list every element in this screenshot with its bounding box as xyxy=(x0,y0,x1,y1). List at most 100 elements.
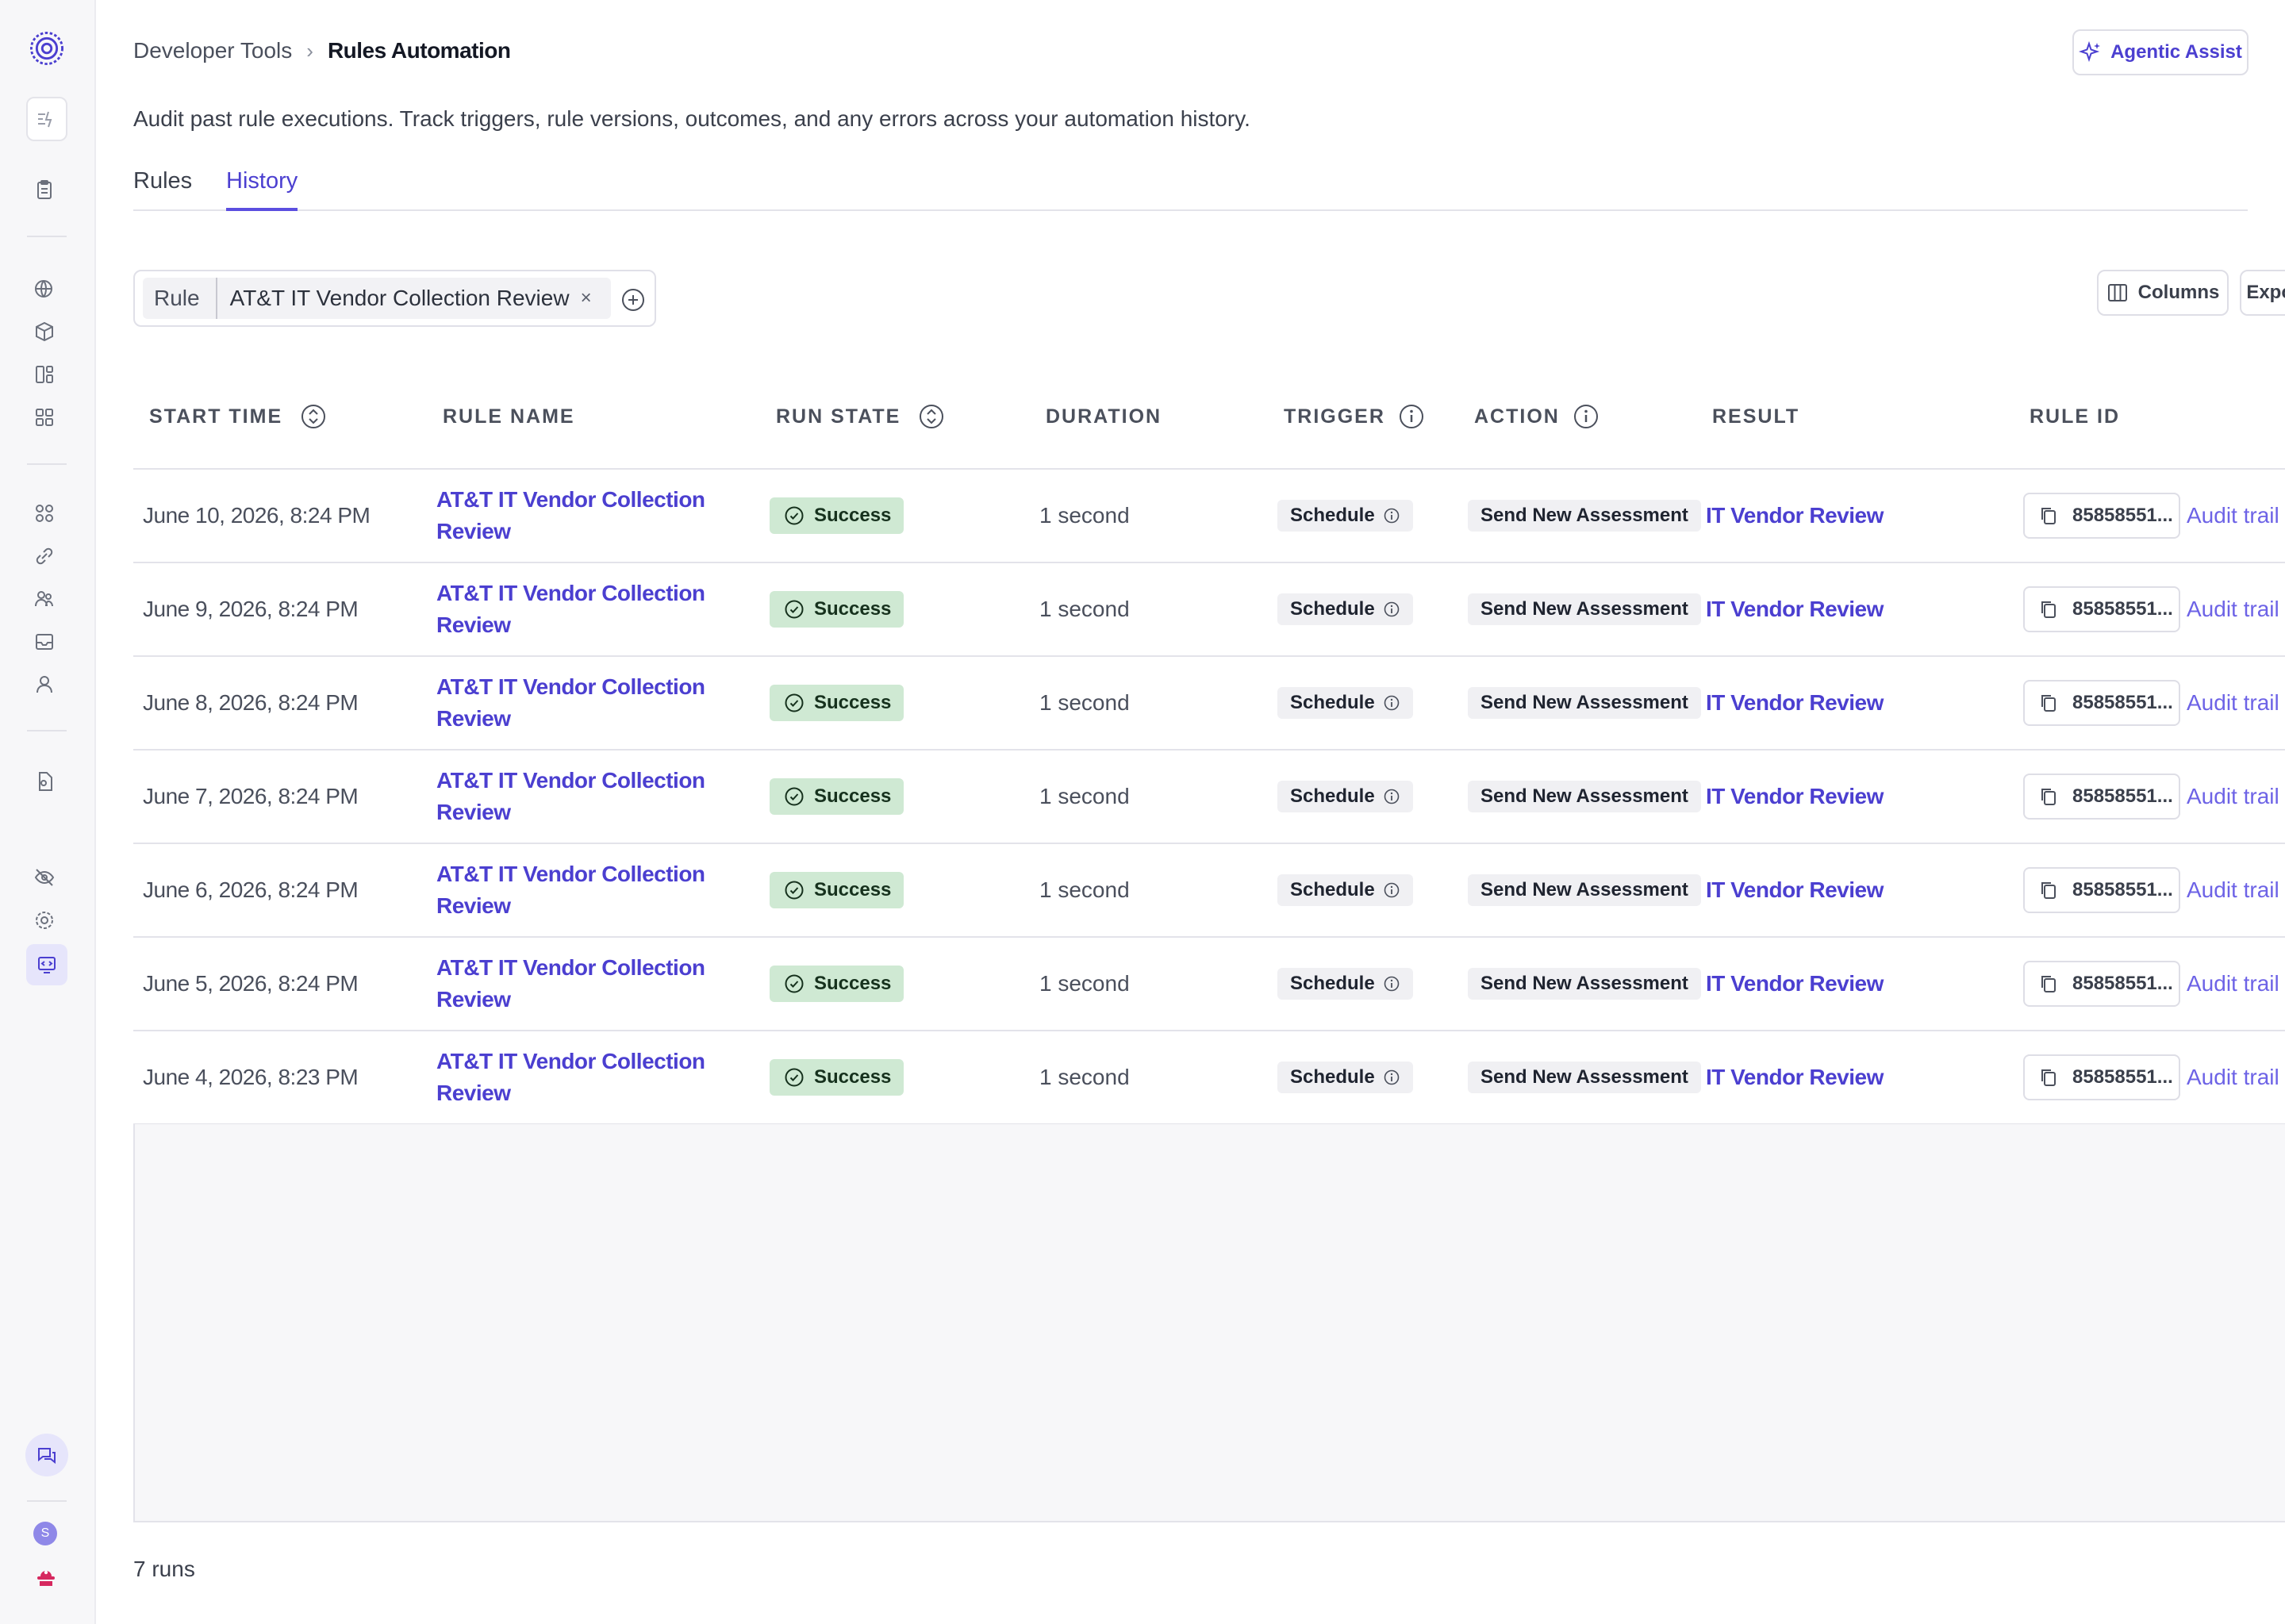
table-body: June 10, 2026, 8:24 PM AT&T IT Vendor Co… xyxy=(133,470,2285,1125)
avatar[interactable]: S xyxy=(33,1522,57,1545)
rule-id-copy-button[interactable]: 85858551... xyxy=(2023,493,2180,539)
audit-trail-link[interactable]: Audit trail xyxy=(2187,844,2279,936)
support-icon[interactable] xyxy=(30,1561,62,1593)
rule-name-line1: AT&T IT Vendor Collection xyxy=(436,862,705,886)
audit-trail-link[interactable]: Audit trail xyxy=(2187,657,2279,749)
table-row[interactable]: June 7, 2026, 8:24 PM AT&T IT Vendor Col… xyxy=(133,751,2285,844)
trigger-pill[interactable]: Schedule xyxy=(1277,1062,1413,1093)
header-rule-name: RULE NAME xyxy=(443,405,575,428)
result-link[interactable]: IT Vendor Review xyxy=(1706,563,1884,655)
run-state: Success xyxy=(770,938,904,1030)
columns-icon xyxy=(2107,284,2127,301)
filter-chip[interactable]: Rule AT&T IT Vendor Collection Review × xyxy=(143,278,611,319)
header-run-state[interactable]: RUN STATE xyxy=(776,397,945,436)
header-run-state-label: RUN STATE xyxy=(776,405,901,428)
tab-rules[interactable]: Rules xyxy=(133,168,192,208)
trigger-pill[interactable]: Schedule xyxy=(1277,593,1413,625)
start-time: June 10, 2026, 8:24 PM xyxy=(143,503,371,528)
info-icon[interactable] xyxy=(1398,403,1425,430)
export-csv-button[interactable]: Export to CSV xyxy=(2240,270,2285,316)
trigger-pill[interactable]: Schedule xyxy=(1277,687,1413,719)
info-icon[interactable] xyxy=(1383,788,1400,805)
result-link[interactable]: IT Vendor Review xyxy=(1706,1031,1884,1123)
globe-icon[interactable] xyxy=(29,273,60,305)
info-icon[interactable] xyxy=(1383,975,1400,992)
trigger-pill[interactable]: Schedule xyxy=(1277,968,1413,1000)
action: Send New Assessment xyxy=(1468,657,1701,749)
info-icon[interactable] xyxy=(1383,601,1400,618)
table-row[interactable]: June 8, 2026, 8:24 PM AT&T IT Vendor Col… xyxy=(133,657,2285,751)
rule-name-link[interactable]: AT&T IT Vendor Collection Review xyxy=(436,938,705,1030)
rule-name-link[interactable]: AT&T IT Vendor Collection Review xyxy=(436,1031,705,1123)
info-icon[interactable] xyxy=(1573,403,1600,430)
breadcrumb-parent[interactable]: Developer Tools xyxy=(133,38,292,63)
columns-button[interactable]: Columns xyxy=(2097,270,2229,316)
add-filter-icon[interactable] xyxy=(620,287,646,313)
info-icon[interactable] xyxy=(1383,881,1400,899)
chat-icon[interactable] xyxy=(25,1434,68,1476)
rule-name-link[interactable]: AT&T IT Vendor Collection Review xyxy=(436,657,705,749)
sidebar-divider xyxy=(27,236,67,237)
grid-icon[interactable] xyxy=(29,401,60,433)
developer-icon[interactable] xyxy=(26,944,67,985)
rule-id-copy-button[interactable]: 85858551... xyxy=(2023,1054,2180,1100)
info-icon[interactable] xyxy=(1383,694,1400,712)
table-row[interactable]: June 4, 2026, 8:23 PM AT&T IT Vendor Col… xyxy=(133,1031,2285,1125)
rule-id-copy-button[interactable]: 85858551... xyxy=(2023,867,2180,913)
info-icon[interactable] xyxy=(1383,507,1400,524)
audit-trail-link[interactable]: Audit trail xyxy=(2187,1031,2279,1123)
audit-trail-link[interactable]: Audit trail xyxy=(2187,563,2279,655)
rule-id-copy-button[interactable]: 85858551... xyxy=(2023,680,2180,726)
layout-icon[interactable] xyxy=(29,359,60,390)
trigger-pill[interactable]: Schedule xyxy=(1277,874,1413,906)
agentic-assist-button[interactable]: Agentic Assist xyxy=(2072,29,2249,75)
rule-name-link[interactable]: AT&T IT Vendor Collection Review xyxy=(436,844,705,936)
rule-name-line1: AT&T IT Vendor Collection xyxy=(436,581,705,605)
rule-id-value: 85858551... xyxy=(2072,598,2173,620)
package-icon[interactable] xyxy=(29,316,60,347)
audit-trail-link[interactable]: Audit trail xyxy=(2187,938,2279,1030)
rule-name-link[interactable]: AT&T IT Vendor Collection Review xyxy=(436,751,705,843)
rule-id-copy-button[interactable]: 85858551... xyxy=(2023,774,2180,820)
action-pill: Send New Assessment xyxy=(1468,874,1701,906)
result-link[interactable]: IT Vendor Review xyxy=(1706,751,1884,843)
result-link[interactable]: IT Vendor Review xyxy=(1706,470,1884,562)
rule-id-copy-button[interactable]: 85858551... xyxy=(2023,961,2180,1007)
document-icon[interactable] xyxy=(29,766,60,797)
clipboard-icon[interactable] xyxy=(29,174,60,205)
apps-icon[interactable] xyxy=(29,497,60,529)
header-start-time[interactable]: START TIME xyxy=(149,397,327,436)
table-row[interactable]: June 9, 2026, 8:24 PM AT&T IT Vendor Col… xyxy=(133,563,2285,657)
automation-icon[interactable] xyxy=(26,97,67,141)
settings-icon[interactable] xyxy=(29,904,60,936)
rule-name-link[interactable]: AT&T IT Vendor Collection Review xyxy=(436,563,705,655)
eye-off-icon[interactable] xyxy=(29,862,60,893)
rule-id: 85858551... xyxy=(2023,657,2180,749)
sort-icon[interactable] xyxy=(918,403,945,430)
status-label: Success xyxy=(814,879,892,900)
result-link[interactable]: IT Vendor Review xyxy=(1706,844,1884,936)
info-icon[interactable] xyxy=(1383,1069,1400,1086)
trigger-pill[interactable]: Schedule xyxy=(1277,781,1413,812)
close-icon[interactable]: × xyxy=(581,287,592,309)
history-table: START TIME RULE NAME RUN STATE DURATION … xyxy=(133,365,2285,1125)
table-row[interactable]: June 6, 2026, 8:24 PM AT&T IT Vendor Col… xyxy=(133,844,2285,938)
sort-icon[interactable] xyxy=(300,403,327,430)
inbox-icon[interactable] xyxy=(29,626,60,658)
audit-trail-link[interactable]: Audit trail xyxy=(2187,470,2279,562)
tab-history[interactable]: History xyxy=(226,168,298,211)
result-link[interactable]: IT Vendor Review xyxy=(1706,938,1884,1030)
result-link[interactable]: IT Vendor Review xyxy=(1706,657,1884,749)
rule-id-copy-button[interactable]: 85858551... xyxy=(2023,586,2180,632)
agentic-assist-label: Agentic Assist xyxy=(2110,41,2242,63)
copy-icon xyxy=(2041,601,2056,618)
people-icon[interactable] xyxy=(29,583,60,615)
table-row[interactable]: June 10, 2026, 8:24 PM AT&T IT Vendor Co… xyxy=(133,470,2285,563)
logo-icon[interactable] xyxy=(29,30,65,67)
rule-name-link[interactable]: AT&T IT Vendor Collection Review xyxy=(436,470,705,562)
table-row[interactable]: June 5, 2026, 8:24 PM AT&T IT Vendor Col… xyxy=(133,938,2285,1031)
audit-trail-link[interactable]: Audit trail xyxy=(2187,751,2279,843)
trigger-pill[interactable]: Schedule xyxy=(1277,500,1413,532)
link-icon[interactable] xyxy=(29,540,60,572)
user-icon[interactable] xyxy=(29,669,60,701)
